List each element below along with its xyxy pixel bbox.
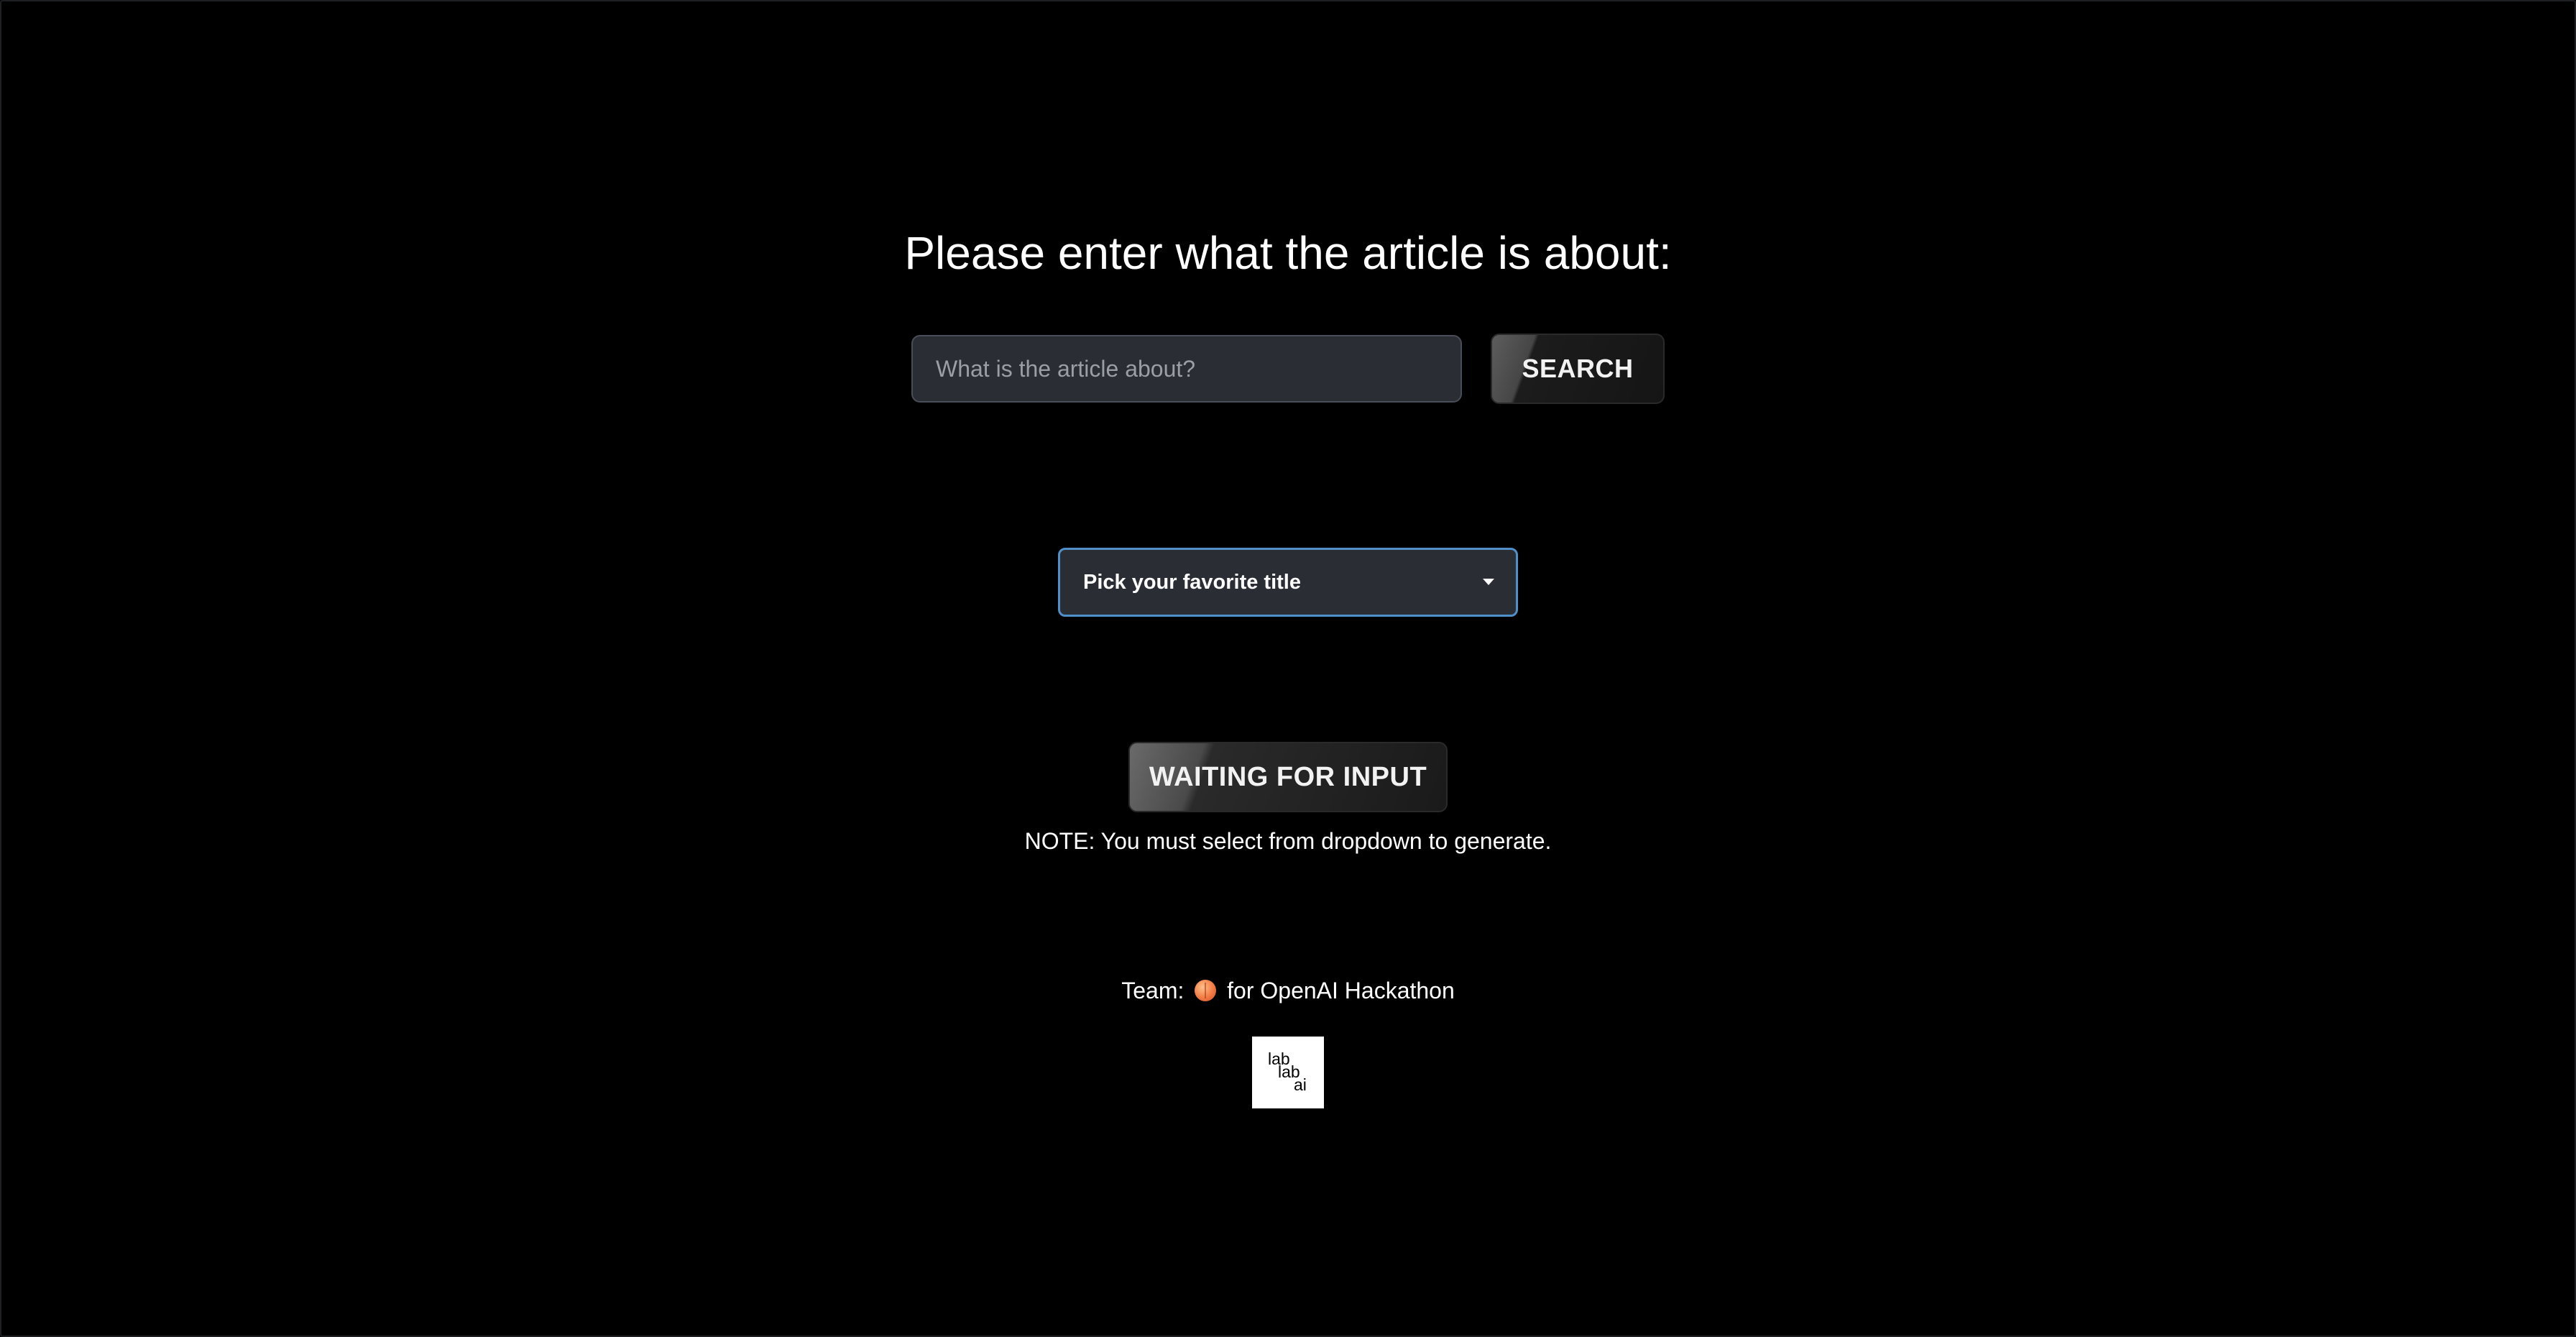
peach-icon: [1195, 980, 1217, 1001]
chevron-down-icon: [1483, 579, 1494, 585]
logo-text-line-3: ai: [1294, 1075, 1307, 1094]
title-select-value: Pick your favorite title: [1083, 571, 1301, 594]
lablab-ai-logo[interactable]: lab lab ai: [1252, 1037, 1324, 1108]
search-input[interactable]: [911, 335, 1462, 403]
team-credit: Team: for OpenAI Hackathon: [0, 976, 2576, 1005]
team-prefix: Team:: [1121, 978, 1191, 1003]
team-suffix: for OpenAI Hackathon: [1220, 978, 1455, 1003]
generate-button[interactable]: WAITING FOR INPUT: [1128, 742, 1448, 812]
generate-note: NOTE: You must select from dropdown to g…: [1024, 828, 1552, 854]
title-select[interactable]: Pick your favorite title: [1058, 548, 1518, 617]
search-button[interactable]: SEARCH: [1491, 334, 1665, 404]
window-frame: [0, 0, 2576, 1337]
page-title: Please enter what the article is about:: [904, 227, 1672, 279]
